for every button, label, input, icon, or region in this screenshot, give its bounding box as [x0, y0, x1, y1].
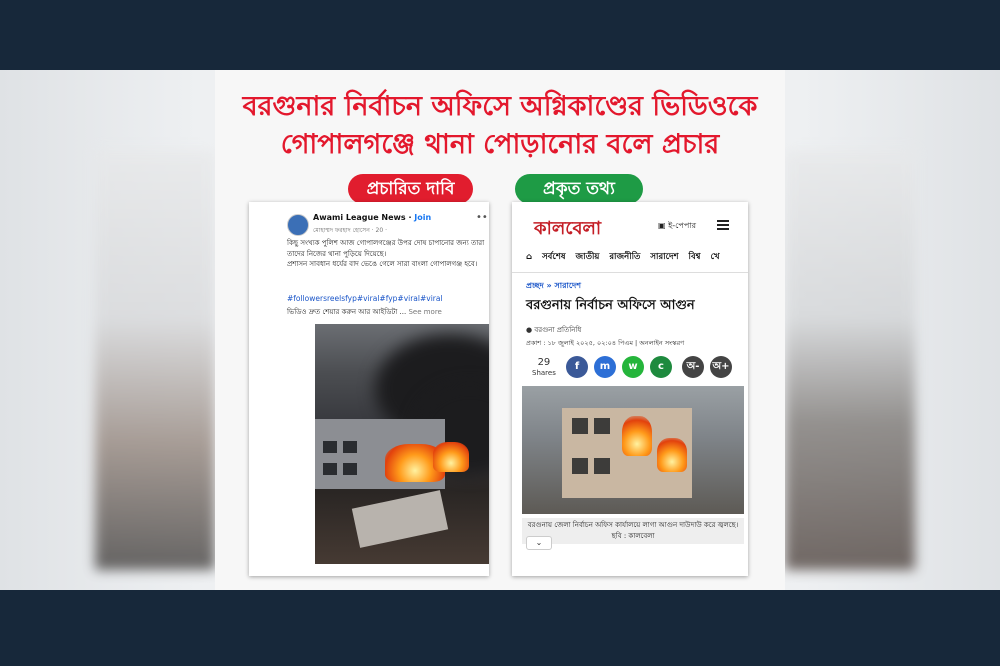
fire-video-thumbnail[interactable]	[315, 324, 489, 564]
author-name: বরগুনা প্রতিনিধি	[534, 326, 582, 334]
window	[323, 463, 337, 475]
breadcrumb-section[interactable]: সারাদেশ	[555, 281, 581, 290]
blurred-left-edge	[95, 150, 215, 570]
post-more-text: ভিডিও দ্রুত শেয়ার করুন আর আইডিটা ... Se…	[287, 306, 487, 318]
breadcrumb-home[interactable]: প্রচ্ছদ	[526, 281, 544, 290]
chevron-down-icon[interactable]: ⌄	[526, 536, 552, 550]
post-subline: মোহাম্মদ ফরহাদ হোসেন · 20 ·	[313, 227, 388, 234]
nav-item[interactable]: রাজনীতি	[609, 252, 640, 262]
copy-link-icon[interactable]: c	[650, 356, 672, 378]
flames	[657, 438, 687, 472]
nav-item[interactable]: বিশ্ব	[689, 252, 701, 262]
post-body: কিছু সংখ্যক পুলিশ আজ গোপালগঞ্জের উপর দোষ…	[287, 238, 487, 270]
post-header: Awami League News · Join	[313, 213, 432, 222]
article-headline: বরগুনায় নির্বাচন অফিসে আগুন	[526, 298, 695, 313]
home-icon[interactable]: ⌂	[526, 252, 532, 262]
factcheck-headline: বরগুনার নির্বাচন অফিসে অগ্নিকাণ্ডের ভিডি…	[215, 88, 785, 164]
blurred-right-edge	[785, 150, 915, 570]
window	[323, 441, 337, 453]
see-more-link[interactable]: See more	[408, 308, 441, 316]
nav-item[interactable]: খে	[711, 252, 720, 262]
factcheck-card: বরগুনার নির্বাচন অফিসে অগ্নিকাণ্ডের ভিডি…	[215, 70, 785, 590]
whatsapp-share-icon[interactable]: w	[622, 356, 644, 378]
hamburger-menu-icon[interactable]	[717, 218, 729, 232]
share-count-value: 29	[537, 357, 551, 368]
office-building	[562, 408, 692, 498]
kalbela-logo[interactable]: কালবেলা	[534, 214, 601, 245]
window	[594, 458, 610, 474]
debris	[351, 490, 449, 548]
post-body-line-1: কিছু সংখ্যক পুলিশ আজ গোপালগঞ্জের উপর দোষ…	[287, 239, 485, 258]
page-avatar	[287, 214, 309, 236]
window	[343, 441, 357, 453]
article-author: ● বরগুনা প্রতিনিধি	[526, 324, 581, 336]
more-options-icon[interactable]: •••	[476, 212, 489, 223]
claimed-label: প্রচারিত দাবি	[348, 174, 473, 204]
photo-caption: বরগুনায় জেলা নির্বাচন অফিস কার্যালয়ে ল…	[522, 518, 744, 544]
flames	[622, 416, 652, 456]
article-meta: প্রকাশ : ১৮ জুলাই ২০২৫, ০২:০৪ পিএম | অনল…	[526, 339, 685, 347]
window	[572, 458, 588, 474]
join-link[interactable]: Join	[414, 213, 431, 222]
nav-item[interactable]: সর্বশেষ	[542, 252, 565, 262]
election-office-fire-photo	[522, 386, 744, 514]
breadcrumb-separator-icon: »	[546, 281, 555, 290]
nav-item[interactable]: জাতীয়	[576, 252, 600, 262]
facebook-post-screenshot: Awami League News · Join মোহাম্মদ ফরহাদ …	[249, 202, 489, 576]
window	[343, 463, 357, 475]
post-more-body: ভিডিও দ্রুত শেয়ার করুন আর আইডিটা ...	[287, 308, 407, 316]
page-name[interactable]: Awami League News	[313, 213, 406, 222]
window	[594, 418, 610, 434]
font-decrease-button[interactable]: অ-	[682, 356, 704, 378]
nav-item[interactable]: সারাদেশ	[650, 252, 678, 262]
messenger-share-icon[interactable]: m	[594, 356, 616, 378]
facebook-share-icon[interactable]: f	[566, 356, 588, 378]
kalbela-article-screenshot: কালবেলা ▣ ই-পেপার ⌂ সর্বশেষ জাতীয় রাজনী…	[512, 202, 748, 576]
breadcrumb: প্রচ্ছদ » সারাদেশ	[526, 280, 581, 293]
divider	[512, 272, 748, 273]
epaper-label: ই-পেপার	[668, 221, 696, 230]
flames	[433, 442, 469, 472]
newspaper-icon: ▣	[658, 221, 669, 230]
post-hashtags[interactable]: #followersreelsfyp#viral#fyp#viral#viral	[287, 294, 487, 303]
font-increase-button[interactable]: অ+	[710, 356, 732, 378]
kalbela-nav: ⌂ সর্বশেষ জাতীয় রাজনীতি সারাদেশ বিশ্ব খ…	[526, 250, 748, 270]
share-count-label: Shares	[532, 369, 556, 377]
fact-label: প্রকৃত তথ্য	[515, 174, 643, 204]
share-count: 29 Shares	[532, 357, 556, 379]
headline-line-2: গোপালগঞ্জে থানা পোড়ানোর বলে প্রচার	[280, 129, 720, 160]
headline-line-1: বরগুনার নির্বাচন অফিসে অগ্নিকাণ্ডের ভিডি…	[242, 91, 758, 122]
top-band	[0, 0, 1000, 70]
post-body-line-2: প্রশাসন সাবধান ধর্যের বাদ ভেঙে গেলে সারা…	[287, 260, 478, 268]
bottom-band	[0, 590, 1000, 666]
epaper-link[interactable]: ▣ ই-পেপার	[658, 220, 696, 233]
window	[572, 418, 588, 434]
